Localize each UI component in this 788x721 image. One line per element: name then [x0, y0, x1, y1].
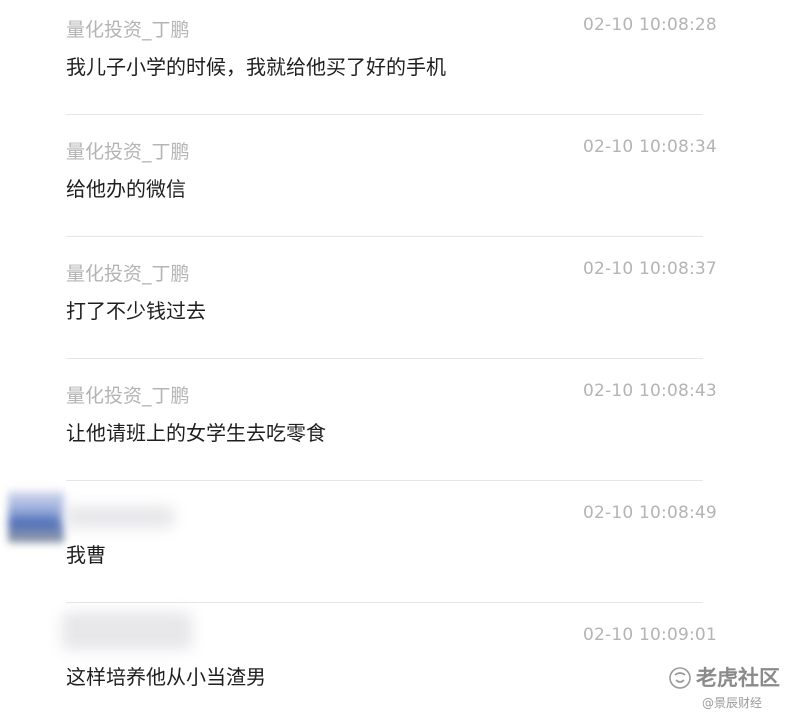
message-time: 02-10 10:08:43 [583, 381, 717, 401]
message-divider [66, 480, 703, 481]
message-divider [66, 602, 703, 603]
message-text: 让他请班上的女学生去吃零食 [66, 421, 326, 445]
watermark: 老虎社区 @景辰财经 [668, 660, 780, 716]
tiger-community-icon [669, 667, 691, 689]
message-author: 量化投资_丁鹏 [66, 263, 190, 285]
message-time: 02-10 10:08:28 [583, 15, 717, 35]
message-author: 量化投资_丁鹏 [66, 19, 190, 41]
chat-message: 量化投资_丁鹏 02-10 10:08:43 让他请班上的女学生去吃零食 [0, 371, 788, 493]
message-text: 这样培养他从小当渣男 [66, 665, 266, 689]
message-author: 量化投资_丁鹏 [66, 141, 190, 163]
message-text: 我曹 [66, 543, 106, 567]
message-time: 02-10 10:09:01 [583, 625, 717, 645]
message-time: 02-10 10:08:37 [583, 259, 717, 279]
message-divider [66, 358, 703, 359]
message-author: 量化投资_丁鹏 [66, 385, 190, 407]
message-text: 给他办的微信 [66, 177, 186, 201]
watermark-subtitle: @景辰财经 [702, 696, 763, 710]
chat-message: 02-10 10:08:49 我曹 [0, 493, 788, 615]
message-time: 02-10 10:08:34 [583, 137, 717, 157]
message-divider [66, 114, 703, 115]
chat-message: 量化投资_丁鹏 02-10 10:08:34 给他办的微信 [0, 127, 788, 249]
message-text: 打了不少钱过去 [66, 299, 206, 323]
chat-message: 量化投资_丁鹏 02-10 10:08:37 打了不少钱过去 [0, 249, 788, 371]
message-time: 02-10 10:08:49 [583, 503, 717, 523]
watermark-title: 老虎社区 [696, 666, 780, 690]
chat-log: 量化投资_丁鹏 02-10 10:08:28 我儿子小学的时候，我就给他买了好的… [0, 0, 788, 721]
chat-message: 量化投资_丁鹏 02-10 10:08:28 我儿子小学的时候，我就给他买了好的… [0, 5, 788, 127]
message-divider [66, 236, 703, 237]
message-text: 我儿子小学的时候，我就给他买了好的手机 [66, 55, 446, 79]
